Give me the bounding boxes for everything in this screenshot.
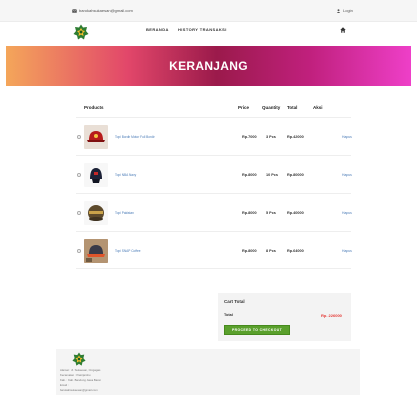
product-price: Rp.8000 bbox=[242, 249, 257, 253]
table-row: Topi Bordir Motor Full Bordir Rp.7000 3 … bbox=[76, 117, 352, 155]
table-row: Topi NBA Navy Rp.8000 10 Pcs Rp.80000 Ha… bbox=[76, 155, 352, 193]
select-radio[interactable] bbox=[77, 173, 81, 177]
select-radio[interactable] bbox=[77, 135, 81, 139]
login-link[interactable]: Login bbox=[336, 8, 353, 13]
mail-icon bbox=[72, 8, 77, 13]
product-price: Rp.8000 bbox=[242, 211, 257, 215]
col-header-total: Total bbox=[287, 105, 298, 110]
top-bar: barokahsukaesan@gmail.com Login bbox=[0, 0, 417, 22]
product-name[interactable]: Topi SNAP Coffee bbox=[115, 249, 141, 253]
remove-link[interactable]: Hapus bbox=[342, 135, 352, 139]
product-price: Rp.7000 bbox=[242, 135, 257, 139]
footer-email[interactable]: barokahsukaesan@gmail.com bbox=[60, 388, 98, 392]
product-quantity: 5 Pcs bbox=[266, 211, 276, 215]
product-quantity: 8 Pcs bbox=[266, 249, 276, 253]
table-row: Topi SNAP Coffee Rp.8000 8 Pcs Rp.64000 … bbox=[76, 231, 352, 269]
footer: Alamat : Jl. Sukaesan, Cingagas Kecamata… bbox=[56, 349, 360, 395]
footer-logo bbox=[72, 352, 86, 366]
navbar bbox=[0, 22, 417, 46]
product-image bbox=[84, 125, 108, 149]
product-image bbox=[84, 163, 108, 187]
cap-navy-image bbox=[90, 168, 102, 183]
product-name[interactable]: Topi Pakistan bbox=[115, 211, 134, 215]
select-radio[interactable] bbox=[77, 211, 81, 215]
product-total: Rp.40000 bbox=[287, 211, 304, 215]
col-header-products: Products bbox=[84, 105, 104, 110]
remove-link[interactable]: Hapus bbox=[342, 173, 352, 177]
login-label: Login bbox=[343, 8, 353, 13]
product-image bbox=[84, 239, 108, 263]
product-name[interactable]: Topi NBA Navy bbox=[115, 173, 136, 177]
remove-link[interactable]: Hapus bbox=[342, 249, 352, 253]
product-image bbox=[84, 201, 108, 225]
cart-total-title: Cart Total bbox=[224, 299, 245, 304]
table-row: Topi Pakistan Rp.8000 5 Pcs Rp.40000 Hap… bbox=[76, 193, 352, 231]
product-quantity: 3 Pcs bbox=[266, 135, 276, 139]
cap-red-image bbox=[87, 131, 105, 142]
page-title: KERANJANG bbox=[169, 59, 248, 73]
footer-kabupaten: Kab. : Kab. Bandung Jawa Barat bbox=[60, 378, 101, 382]
cap-snap-image bbox=[84, 239, 108, 263]
contact-email: barokahsukaesan@gmail.com bbox=[72, 8, 133, 13]
page-banner: KERANJANG bbox=[6, 46, 411, 86]
footer-kecamatan: Kecamatan : Pasirjambu bbox=[60, 373, 91, 377]
cart-total-box: Cart Total Total Rp. 226000 PROCEED TO C… bbox=[218, 293, 351, 341]
footer-email-label: Email : bbox=[60, 383, 69, 387]
brand-logo[interactable] bbox=[73, 24, 89, 40]
nav-beranda[interactable]: BERANDA bbox=[146, 27, 169, 32]
cart-total-amount: Rp. 226000 bbox=[321, 313, 342, 318]
remove-link[interactable]: Hapus bbox=[342, 211, 352, 215]
email-text: barokahsukaesan@gmail.com bbox=[79, 8, 133, 13]
user-icon bbox=[336, 8, 341, 13]
cart-total-label: Total bbox=[224, 313, 233, 317]
nav-history-transaksi[interactable]: HISTORY TRANSAKSI bbox=[178, 27, 227, 32]
product-name[interactable]: Topi Bordir Motor Full Bordir bbox=[115, 135, 155, 139]
product-total: Rp.42000 bbox=[287, 135, 304, 139]
col-header-aksi: Aksi bbox=[313, 105, 323, 110]
proceed-to-checkout-button[interactable]: PROCEED TO CHECKOUT bbox=[224, 325, 290, 335]
home-icon[interactable] bbox=[340, 27, 346, 33]
product-quantity: 10 Pcs bbox=[266, 173, 279, 177]
product-total: Rp.80000 bbox=[287, 173, 304, 177]
select-radio[interactable] bbox=[77, 249, 81, 253]
product-price: Rp.8000 bbox=[242, 173, 257, 177]
product-total: Rp.64000 bbox=[287, 249, 304, 253]
col-header-price: Price bbox=[238, 105, 250, 110]
cap-brown-image bbox=[88, 205, 104, 221]
col-header-quantity: Quantity bbox=[262, 105, 281, 110]
footer-address: Alamat : Jl. Sukaesan, Cingagas bbox=[60, 368, 101, 372]
